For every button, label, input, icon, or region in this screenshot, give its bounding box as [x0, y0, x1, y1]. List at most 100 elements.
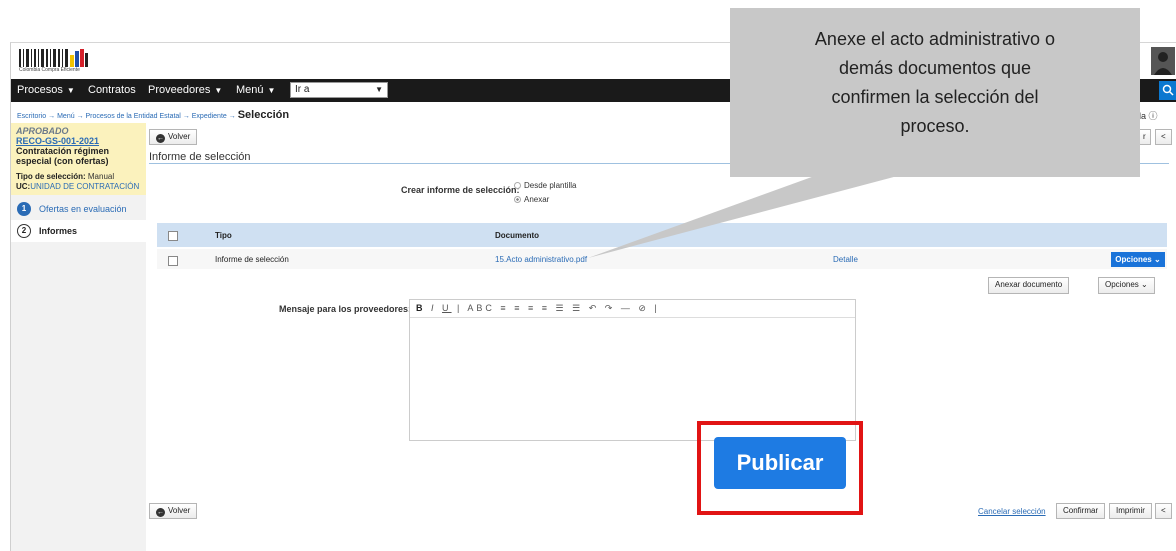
nav-menu[interactable]: Menú ▼ [236, 84, 275, 96]
breadcrumb-expediente[interactable]: Expediente [192, 113, 227, 120]
chevron-down-icon: ▼ [375, 85, 383, 94]
table-header: Tipo Documento [157, 223, 1167, 247]
caret-down-icon: ▼ [267, 86, 276, 95]
prev-label: < [1161, 506, 1166, 515]
options-label: Opciones [1105, 280, 1139, 289]
page-title: Selección [237, 109, 290, 121]
message-editor[interactable]: B I U | ABC ≡ ≡ ≡ ≡ ☰ ☰ ↶ ↷ — ⊘ | [409, 299, 856, 441]
row-options-button[interactable]: Opciones ⌄ [1111, 252, 1165, 267]
logo-caption: Colombia Compra Eficiente [19, 67, 80, 73]
bottom-prev-button[interactable]: < [1155, 503, 1172, 519]
hr-icon[interactable]: — [621, 303, 633, 313]
row-tipo: Informe de selección [215, 255, 289, 264]
options-button[interactable]: Opciones ⌄ [1098, 277, 1155, 294]
confirm-label: Confirmar [1063, 506, 1099, 515]
breadcrumb-escritorio[interactable]: Escritorio [17, 113, 46, 120]
step-ofertas[interactable]: 1 Ofertas en evaluación [11, 198, 146, 220]
select-all-checkbox[interactable] [168, 231, 178, 241]
align-center-icon[interactable]: ≡ [514, 303, 522, 313]
arrow-right-icon: → [228, 113, 238, 120]
back-label: Volver [168, 506, 191, 515]
nav-procesos-label: Procesos [17, 84, 63, 96]
callout-line: confirmen la selección del [831, 87, 1039, 107]
section-title: Informe de selección [149, 151, 251, 163]
back-button[interactable]: ← Volver [149, 129, 198, 145]
search-button[interactable] [1159, 81, 1176, 100]
step-informes[interactable]: 2 Informes [11, 220, 146, 242]
prev-button[interactable]: < [1155, 129, 1172, 145]
step-label: Ofertas en evaluación [39, 204, 127, 214]
message-label: Mensaje para los proveedores: [279, 304, 412, 314]
col-documento: Documento [495, 231, 539, 240]
nav-proveedores[interactable]: Proveedores ▼ [148, 84, 222, 96]
align-right-icon[interactable]: ≡ [528, 303, 536, 313]
process-reference-link[interactable]: RECO-GS-001-2021 [16, 136, 141, 146]
align-left-icon[interactable]: ≡ [500, 303, 508, 313]
confirm-button[interactable]: Confirmar [1056, 503, 1106, 519]
breadcrumb-procesos[interactable]: Procesos de la Entidad Estatal [86, 113, 181, 120]
process-summary: APROBADO RECO-GS-001-2021 Contratación r… [11, 123, 146, 195]
publish-button[interactable]: Publicar [714, 437, 846, 489]
caret-down-icon: ▼ [66, 86, 75, 95]
top-right-label: r [1143, 132, 1146, 141]
back-label: Volver [168, 132, 191, 141]
top-right-button[interactable]: r [1139, 129, 1151, 145]
caret-down-icon: ▼ [214, 86, 223, 95]
radio-anexar[interactable]: Anexar [514, 195, 549, 204]
undo-icon[interactable]: ↶ [589, 303, 600, 313]
detail-link[interactable]: Detalle [833, 255, 858, 264]
strike-icon[interactable]: ABC [467, 303, 495, 313]
chevron-down-icon: ⌄ [1151, 255, 1161, 264]
redo-icon[interactable]: ↷ [605, 303, 616, 313]
step-number: 2 [17, 224, 31, 238]
help-icon: ⓘ [1148, 111, 1158, 121]
arrow-left-icon: ← [156, 134, 165, 143]
user-avatar-icon[interactable] [1151, 47, 1175, 75]
row-options-label: Opciones [1115, 255, 1152, 264]
bullet-list-icon[interactable]: ☰ [556, 303, 567, 313]
callout-line: Anexe el acto administrativo o [814, 29, 1056, 49]
selection-label: Tipo de selección: [16, 172, 86, 181]
editor-toolbar: B I U | ABC ≡ ≡ ≡ ≡ ☰ ☰ ↶ ↷ — ⊘ | [410, 300, 855, 318]
link-icon[interactable]: ⊘ [638, 303, 649, 313]
arrow-right-icon: → [76, 113, 86, 120]
radio-label: Anexar [524, 195, 550, 204]
col-tipo: Tipo [215, 231, 232, 240]
step-number: 1 [17, 202, 31, 216]
callout-text: Anexe el acto administrativo o demás doc… [730, 25, 1140, 141]
arrow-left-icon: ← [156, 508, 165, 517]
breadcrumb: Escritorio → Menú → Procesos de la Entid… [17, 109, 289, 121]
barcode-logo-icon [19, 49, 88, 67]
callout-line: proceso. [900, 116, 970, 136]
nav-contratos-label: Contratos [88, 84, 136, 96]
uc-label: UC: [16, 182, 31, 191]
step-label: Informes [39, 226, 78, 236]
row-checkbox[interactable] [168, 256, 178, 266]
arrow-right-icon: → [182, 113, 192, 120]
bold-icon[interactable]: B [416, 303, 426, 313]
selection-value: Manual [87, 172, 115, 181]
nav-procesos[interactable]: Procesos ▼ [17, 84, 75, 96]
print-label: Imprimir [1116, 506, 1145, 515]
print-button[interactable]: Imprimir [1109, 503, 1152, 519]
arrow-right-icon: → [48, 113, 58, 120]
nav-contratos[interactable]: Contratos [88, 84, 136, 96]
colombia-compra-logo[interactable]: Colombia Compra Eficiente [19, 49, 99, 75]
bottom-back-button[interactable]: ← Volver [149, 503, 198, 519]
chevron-down-icon: ⌄ [1138, 280, 1148, 289]
radio-selected-icon [514, 196, 521, 203]
numbered-list-icon[interactable]: ☰ [572, 303, 583, 313]
goto-select[interactable]: Ir a ▼ [290, 82, 388, 98]
attach-document-button[interactable]: Anexar documento [988, 277, 1070, 294]
uc-value: UNIDAD DE CONTRATACIÓN [30, 182, 140, 191]
cancel-selection-link[interactable]: Cancelar selección [978, 507, 1046, 516]
italic-icon[interactable]: I [431, 303, 437, 313]
radio-icon [514, 182, 521, 189]
attach-document-label: Anexar documento [995, 280, 1063, 289]
radio-desde-plantilla[interactable]: Desde plantilla [514, 181, 576, 190]
table-row: Informe de selección 15.Acto administrat… [157, 249, 1167, 269]
breadcrumb-menu[interactable]: Menú [57, 113, 75, 120]
document-link[interactable]: 15.Acto administrativo.pdf [495, 255, 587, 264]
underline-icon[interactable]: U [442, 303, 452, 313]
justify-icon[interactable]: ≡ [542, 303, 550, 313]
